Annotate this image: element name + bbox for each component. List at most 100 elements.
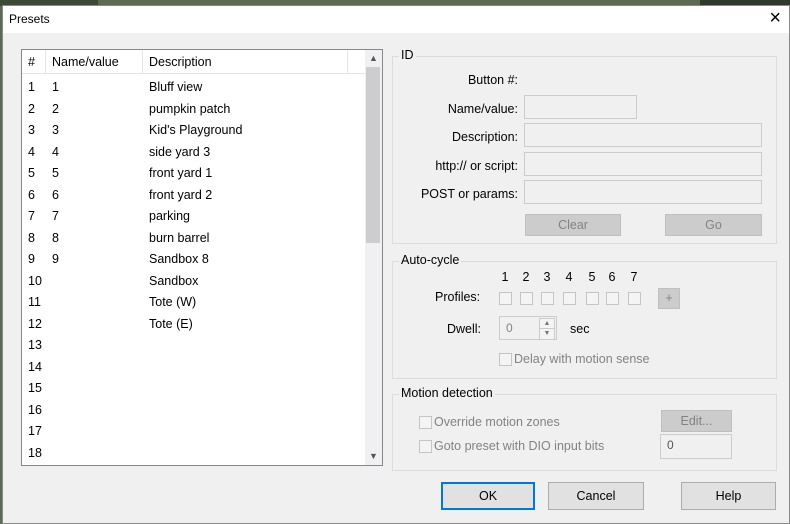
- table-row[interactable]: 14: [22, 358, 366, 379]
- row-number: 2: [28, 101, 35, 116]
- cancel-button[interactable]: Cancel: [548, 482, 644, 510]
- table-row[interactable]: 3 3 Kid's Playground: [22, 121, 366, 142]
- name-value-field[interactable]: [524, 95, 637, 119]
- profile-number-2: 2: [522, 270, 530, 284]
- profile-checkbox-3[interactable]: [541, 292, 554, 305]
- table-row[interactable]: 1 1 Bluff view: [22, 78, 366, 99]
- row-name-value: 4: [52, 144, 59, 159]
- motion-detection-legend: Motion detection: [399, 386, 495, 400]
- table-row[interactable]: 16: [22, 401, 366, 422]
- row-number: 18: [28, 445, 42, 460]
- row-description: Tote (E): [149, 316, 193, 331]
- edit-button[interactable]: Edit...: [661, 410, 732, 432]
- profiles-label: Profiles:: [435, 290, 481, 304]
- table-row[interactable]: 5 5 front yard 1: [22, 164, 366, 185]
- window-title: Presets: [9, 12, 50, 26]
- close-icon[interactable]: ×: [769, 7, 781, 30]
- goto-dio-checkbox[interactable]: [419, 440, 432, 453]
- post-params-field[interactable]: [524, 180, 762, 204]
- help-button[interactable]: Help: [681, 482, 776, 510]
- motion-detection-group: Motion detection Override motion zones E…: [392, 386, 777, 471]
- row-number: 11: [28, 295, 41, 309]
- table-row[interactable]: 13: [22, 336, 366, 357]
- column-header-name[interactable]: Name/value: [52, 55, 119, 69]
- table-row[interactable]: 8 8 burn barrel: [22, 229, 366, 250]
- dio-bits-field[interactable]: 0: [660, 434, 732, 459]
- table-row[interactable]: 6 6 front yard 2: [22, 186, 366, 207]
- row-number: 10: [28, 273, 42, 288]
- title-bar: Presets ×: [3, 6, 789, 33]
- http-script-field[interactable]: [524, 152, 762, 176]
- profile-checkbox-2[interactable]: [520, 292, 533, 305]
- spinner-down-icon[interactable]: ▼: [539, 328, 555, 340]
- table-row[interactable]: 7 7 parking: [22, 207, 366, 228]
- go-button[interactable]: Go: [665, 214, 762, 236]
- row-name-value: 3: [52, 123, 59, 137]
- column-divider[interactable]: [45, 50, 46, 73]
- row-number: 17: [28, 424, 42, 438]
- delay-motion-checkbox[interactable]: [499, 353, 512, 366]
- row-number: 3: [28, 123, 35, 137]
- row-name-value: 9: [52, 252, 59, 266]
- table-row[interactable]: 9 9 Sandbox 8: [22, 250, 366, 271]
- description-field[interactable]: [524, 123, 762, 147]
- table-row[interactable]: 2 2 pumpkin patch: [22, 100, 366, 121]
- row-description: Kid's Playground: [149, 123, 243, 137]
- profile-number-1: 1: [501, 270, 509, 284]
- http-script-label: http:// or script:: [435, 159, 518, 173]
- row-number: 9: [28, 252, 35, 266]
- profile-checkbox-6[interactable]: [606, 292, 619, 305]
- scrollbar-thumb[interactable]: [366, 67, 380, 243]
- table-row[interactable]: 18: [22, 444, 366, 465]
- scroll-down-icon[interactable]: ▼: [365, 448, 382, 465]
- row-name-value: 6: [52, 187, 59, 202]
- row-number: 14: [28, 359, 42, 374]
- row-description: burn barrel: [149, 230, 210, 245]
- row-name-value: 8: [52, 230, 59, 245]
- column-header-description[interactable]: Description: [149, 55, 212, 69]
- table-row[interactable]: 10 Sandbox: [22, 272, 366, 293]
- dwell-spinner[interactable]: 0 ▲ ▼: [499, 316, 557, 340]
- row-description: Sandbox: [149, 273, 199, 288]
- row-number: 5: [28, 166, 35, 180]
- row-name-value: 7: [52, 209, 59, 223]
- profile-checkbox-4[interactable]: [563, 292, 576, 305]
- table-row[interactable]: 4 4 side yard 3: [22, 143, 366, 164]
- auto-cycle-legend: Auto-cycle: [399, 253, 462, 267]
- row-name-value: 5: [52, 166, 59, 180]
- row-description: front yard 1: [149, 166, 213, 180]
- override-zones-checkbox[interactable]: [419, 416, 432, 429]
- row-name-value: 2: [52, 101, 59, 116]
- row-description: Tote (W): [149, 295, 197, 309]
- scroll-up-icon[interactable]: ▲: [365, 50, 382, 67]
- clear-button[interactable]: Clear: [525, 214, 621, 236]
- auto-cycle-group: Auto-cycle 1 2 3 4 5 6 7 Profiles: + Dwe…: [392, 253, 777, 379]
- row-description: parking: [149, 209, 190, 223]
- override-zones-label: Override motion zones: [434, 415, 560, 429]
- id-group-legend: ID: [399, 48, 416, 62]
- name-value-label: Name/value:: [447, 102, 518, 116]
- profile-number-7: 7: [630, 270, 638, 284]
- add-profile-button[interactable]: +: [658, 288, 680, 309]
- ok-button[interactable]: OK: [441, 482, 535, 510]
- table-row[interactable]: 15: [22, 379, 366, 400]
- delay-motion-label: Delay with motion sense: [514, 352, 650, 366]
- profile-checkbox-5[interactable]: [586, 292, 599, 305]
- post-params-label: POST or params:: [420, 187, 518, 201]
- goto-dio-label: Goto preset with DIO input bits: [434, 439, 605, 453]
- presets-dialog: Presets × # Name/value Description 1 1 Blu…: [2, 5, 790, 524]
- table-row[interactable]: 11 Tote (W): [22, 293, 366, 314]
- profile-checkbox-1[interactable]: [499, 292, 512, 305]
- row-number: 4: [28, 144, 35, 159]
- table-row[interactable]: 12 Tote (E): [22, 315, 366, 336]
- preset-list[interactable]: # Name/value Description 1 1 Bluff view 2 2 p…: [21, 49, 383, 466]
- row-description: side yard 3: [149, 144, 211, 159]
- row-description: pumpkin patch: [149, 101, 231, 116]
- column-header-number[interactable]: #: [28, 55, 35, 69]
- column-divider[interactable]: [142, 50, 143, 73]
- list-scrollbar[interactable]: ▲ ▼: [365, 50, 382, 465]
- column-divider[interactable]: [347, 50, 348, 73]
- table-row[interactable]: 17: [22, 422, 366, 443]
- row-number: 16: [28, 402, 42, 417]
- profile-checkbox-7[interactable]: [628, 292, 641, 305]
